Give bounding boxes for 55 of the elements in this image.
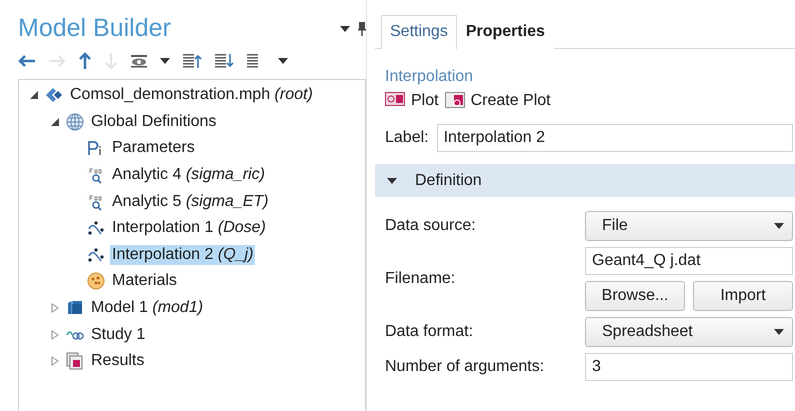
field-label: Label: [385, 129, 429, 147]
tree-item[interactable]: Interpolation 2 (Q_j) [110, 244, 256, 265]
expanded-caret-icon[interactable] [387, 176, 397, 184]
input-field[interactable]: Geant4_Q j.dat [585, 247, 793, 275]
expand-toggle-icon[interactable] [50, 356, 60, 366]
sort-list-icon[interactable] [214, 53, 234, 69]
toolbar-button[interactable]: Create Plot [470, 92, 551, 110]
caret-icon [774, 223, 784, 229]
button[interactable]: Import [693, 281, 793, 311]
field-label: Number of arguments: [385, 358, 546, 376]
tree-item[interactable]: Materials [110, 271, 179, 292]
tree-item[interactable]: Analytic 5 (sigma_ET) [110, 192, 270, 212]
tree-item[interactable]: Comsol_demonstration.mph (root) [68, 85, 315, 106]
field-label: Filename: [385, 270, 456, 288]
caret-icon [340, 26, 350, 32]
caret-icon [774, 329, 784, 335]
materials-icon [87, 272, 105, 290]
toolbar-button[interactable]: Plot [411, 92, 439, 110]
tree-item[interactable]: Global Definitions [89, 112, 218, 132]
dropdown[interactable]: Spreadsheet [585, 317, 793, 347]
pin-icon[interactable] [358, 22, 366, 36]
create-plot-icon [444, 92, 465, 108]
expand-toggle-icon[interactable] [50, 330, 60, 340]
results-icon [66, 352, 84, 370]
field-label: Data source: [385, 217, 477, 235]
tree-item[interactable]: Interpolation 1 (Dose) [110, 218, 268, 238]
button[interactable]: Browse... [585, 281, 685, 311]
field-label: Data format: [385, 323, 474, 341]
dropdown[interactable]: File [585, 211, 793, 241]
eye-icon[interactable] [130, 54, 148, 68]
section-title: Definition [415, 172, 482, 190]
back-arrow-icon[interactable] [18, 54, 36, 68]
panel-title: Model Builder [18, 14, 171, 43]
tree-item[interactable]: Analytic 4 (sigma_ric) [110, 165, 267, 186]
up-arrow-icon[interactable] [78, 52, 92, 70]
collapse-toggle-icon[interactable] [29, 90, 39, 100]
input-field[interactable]: 3 [585, 353, 793, 381]
diamond-icon [45, 86, 63, 104]
expand-toggle-icon[interactable] [50, 303, 60, 314]
caret-icon[interactable] [278, 58, 288, 64]
tree-item[interactable]: Results [89, 351, 146, 372]
interpolation-icon [87, 219, 105, 238]
globe-icon [66, 112, 84, 131]
tree-item[interactable]: Parameters [110, 138, 197, 158]
tab[interactable]: Settings [381, 15, 457, 49]
plot-icon [385, 92, 405, 106]
sort-list-icon[interactable] [182, 53, 202, 69]
tree-item[interactable]: Study 1 [89, 324, 148, 345]
collapse-toggle-icon[interactable] [50, 116, 60, 127]
section-header[interactable]: Definition [375, 164, 795, 197]
caret-icon[interactable] [160, 58, 170, 64]
tree-item[interactable]: Model 1 (mod1) [89, 298, 206, 318]
input-field[interactable]: Interpolation 2 [436, 124, 793, 152]
section-heading: Interpolation [385, 68, 474, 86]
interpolation-icon [87, 246, 105, 264]
